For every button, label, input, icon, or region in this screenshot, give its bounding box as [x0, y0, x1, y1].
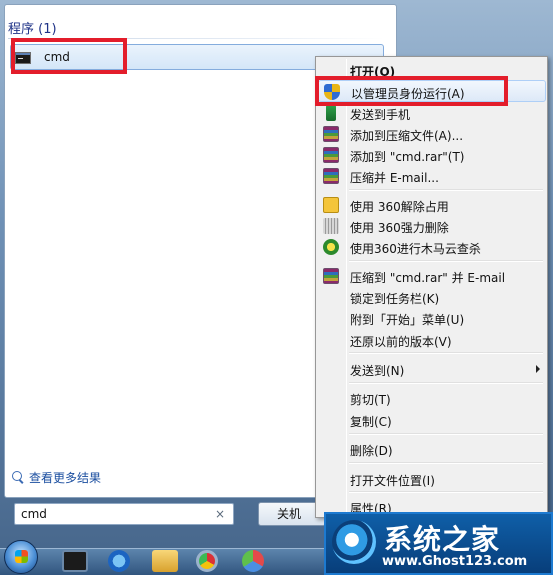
- rar-icon: [323, 268, 339, 284]
- menu-item-label: 以管理员身份运行(A): [351, 87, 465, 101]
- explorer-icon[interactable]: [152, 550, 178, 572]
- menu-item-360-trojan-scan[interactable]: 使用360进行木马云查杀: [318, 236, 546, 258]
- program-label: cmd: [44, 50, 70, 64]
- menu-item-pin-taskbar[interactable]: 锁定到任务栏(K): [318, 286, 546, 308]
- watermark-title: 系统之家: [384, 523, 501, 556]
- menu-separator: [349, 382, 543, 384]
- search-icon: [12, 471, 24, 483]
- menu-separator: [349, 491, 543, 493]
- menu-item-open[interactable]: 打开(O): [318, 59, 546, 81]
- menu-item-label: 锁定到任务栏(K): [350, 292, 440, 306]
- watermark-url: www.Ghost123.com: [382, 554, 528, 569]
- menu-item-delete[interactable]: 删除(D): [318, 438, 546, 460]
- menu-item-label: 使用360进行木马云查杀: [350, 242, 481, 256]
- menu-item-label: 打开(O): [350, 65, 396, 79]
- menu-item-compress-email[interactable]: 压缩并 E-mail...: [318, 165, 546, 187]
- menu-item-label: 发送到手机: [350, 108, 411, 122]
- group-divider: [8, 38, 384, 39]
- shredder-icon: [323, 218, 339, 234]
- start-orb-icon[interactable]: [4, 540, 38, 574]
- menu-item-label: 附到「开始」菜单(U): [350, 313, 465, 327]
- menu-item-label: 压缩并 E-mail...: [350, 171, 439, 185]
- search-input[interactable]: [21, 506, 211, 522]
- menu-item-label: 添加到 "cmd.rar"(T): [350, 150, 465, 164]
- menu-item-open-file-location[interactable]: 打开文件位置(I): [318, 468, 546, 490]
- menu-item-add-to-cmd-rar[interactable]: 添加到 "cmd.rar"(T): [318, 144, 546, 166]
- see-more-label: 查看更多结果: [29, 470, 102, 485]
- menu-item-label: 打开文件位置(I): [350, 474, 435, 488]
- menu-separator: [349, 433, 543, 435]
- programs-group-header: 程序 (1): [8, 22, 57, 37]
- menu-item-label: 压缩到 "cmd.rar" 并 E-mail: [350, 271, 506, 285]
- cmd-icon: [15, 52, 31, 64]
- menu-separator: [349, 189, 543, 191]
- menu-item-pin-start[interactable]: 附到「开始」菜单(U): [318, 307, 546, 329]
- menu-item-label: 剪切(T): [350, 393, 391, 407]
- phone-icon: [326, 105, 336, 121]
- menu-separator: [349, 260, 543, 262]
- trojan-scan-icon: [323, 239, 339, 255]
- see-more-results-link[interactable]: 查看更多结果: [12, 468, 101, 486]
- menu-item-360-unlock[interactable]: 使用 360解除占用: [318, 194, 546, 216]
- menu-item-compress-to-rar-email[interactable]: 压缩到 "cmd.rar" 并 E-mail: [318, 265, 546, 287]
- menu-item-send-to-phone[interactable]: 发送到手机: [318, 102, 546, 124]
- menu-separator: [349, 352, 543, 354]
- rar-icon: [323, 168, 339, 184]
- unlock-icon: [323, 197, 339, 213]
- menu-item-label: 添加到压缩文件(A)...: [350, 129, 464, 143]
- menu-item-cut[interactable]: 剪切(T): [318, 387, 546, 409]
- rar-icon: [323, 126, 339, 142]
- menu-item-label: 复制(C): [350, 415, 392, 429]
- menu-item-label: 删除(D): [350, 444, 393, 458]
- menu-item-label: 发送到(N): [350, 364, 405, 378]
- submenu-arrow-icon: [536, 365, 540, 373]
- search-box[interactable]: ×: [14, 503, 234, 525]
- watermark: 系统之家 www.Ghost123.com: [324, 512, 553, 575]
- app-icon[interactable]: [242, 550, 264, 572]
- chrome-icon[interactable]: [196, 550, 218, 572]
- context-menu: 打开(O) 以管理员身份运行(A) 发送到手机 添加到压缩文件(A)... 添加…: [315, 56, 548, 518]
- menu-item-label: 使用 360强力删除: [350, 221, 449, 235]
- menu-item-restore-versions[interactable]: 还原以前的版本(V): [318, 329, 546, 351]
- menu-separator: [349, 462, 543, 464]
- menu-item-add-to-archive[interactable]: 添加到压缩文件(A)...: [318, 123, 546, 145]
- watermark-logo-icon: [332, 520, 376, 564]
- menu-item-run-as-admin[interactable]: 以管理员身份运行(A): [318, 80, 546, 102]
- menu-item-send-to[interactable]: 发送到(N): [318, 358, 546, 380]
- menu-item-copy[interactable]: 复制(C): [318, 409, 546, 431]
- rar-icon: [323, 147, 339, 163]
- cmd-taskbar-icon[interactable]: [62, 550, 88, 572]
- menu-item-360-force-delete[interactable]: 使用 360强力删除: [318, 215, 546, 237]
- menu-item-label: 使用 360解除占用: [350, 200, 449, 214]
- shield-icon: [324, 84, 340, 100]
- menu-item-label: 还原以前的版本(V): [350, 335, 452, 349]
- clear-icon[interactable]: ×: [215, 507, 225, 521]
- ie-icon[interactable]: [108, 550, 130, 572]
